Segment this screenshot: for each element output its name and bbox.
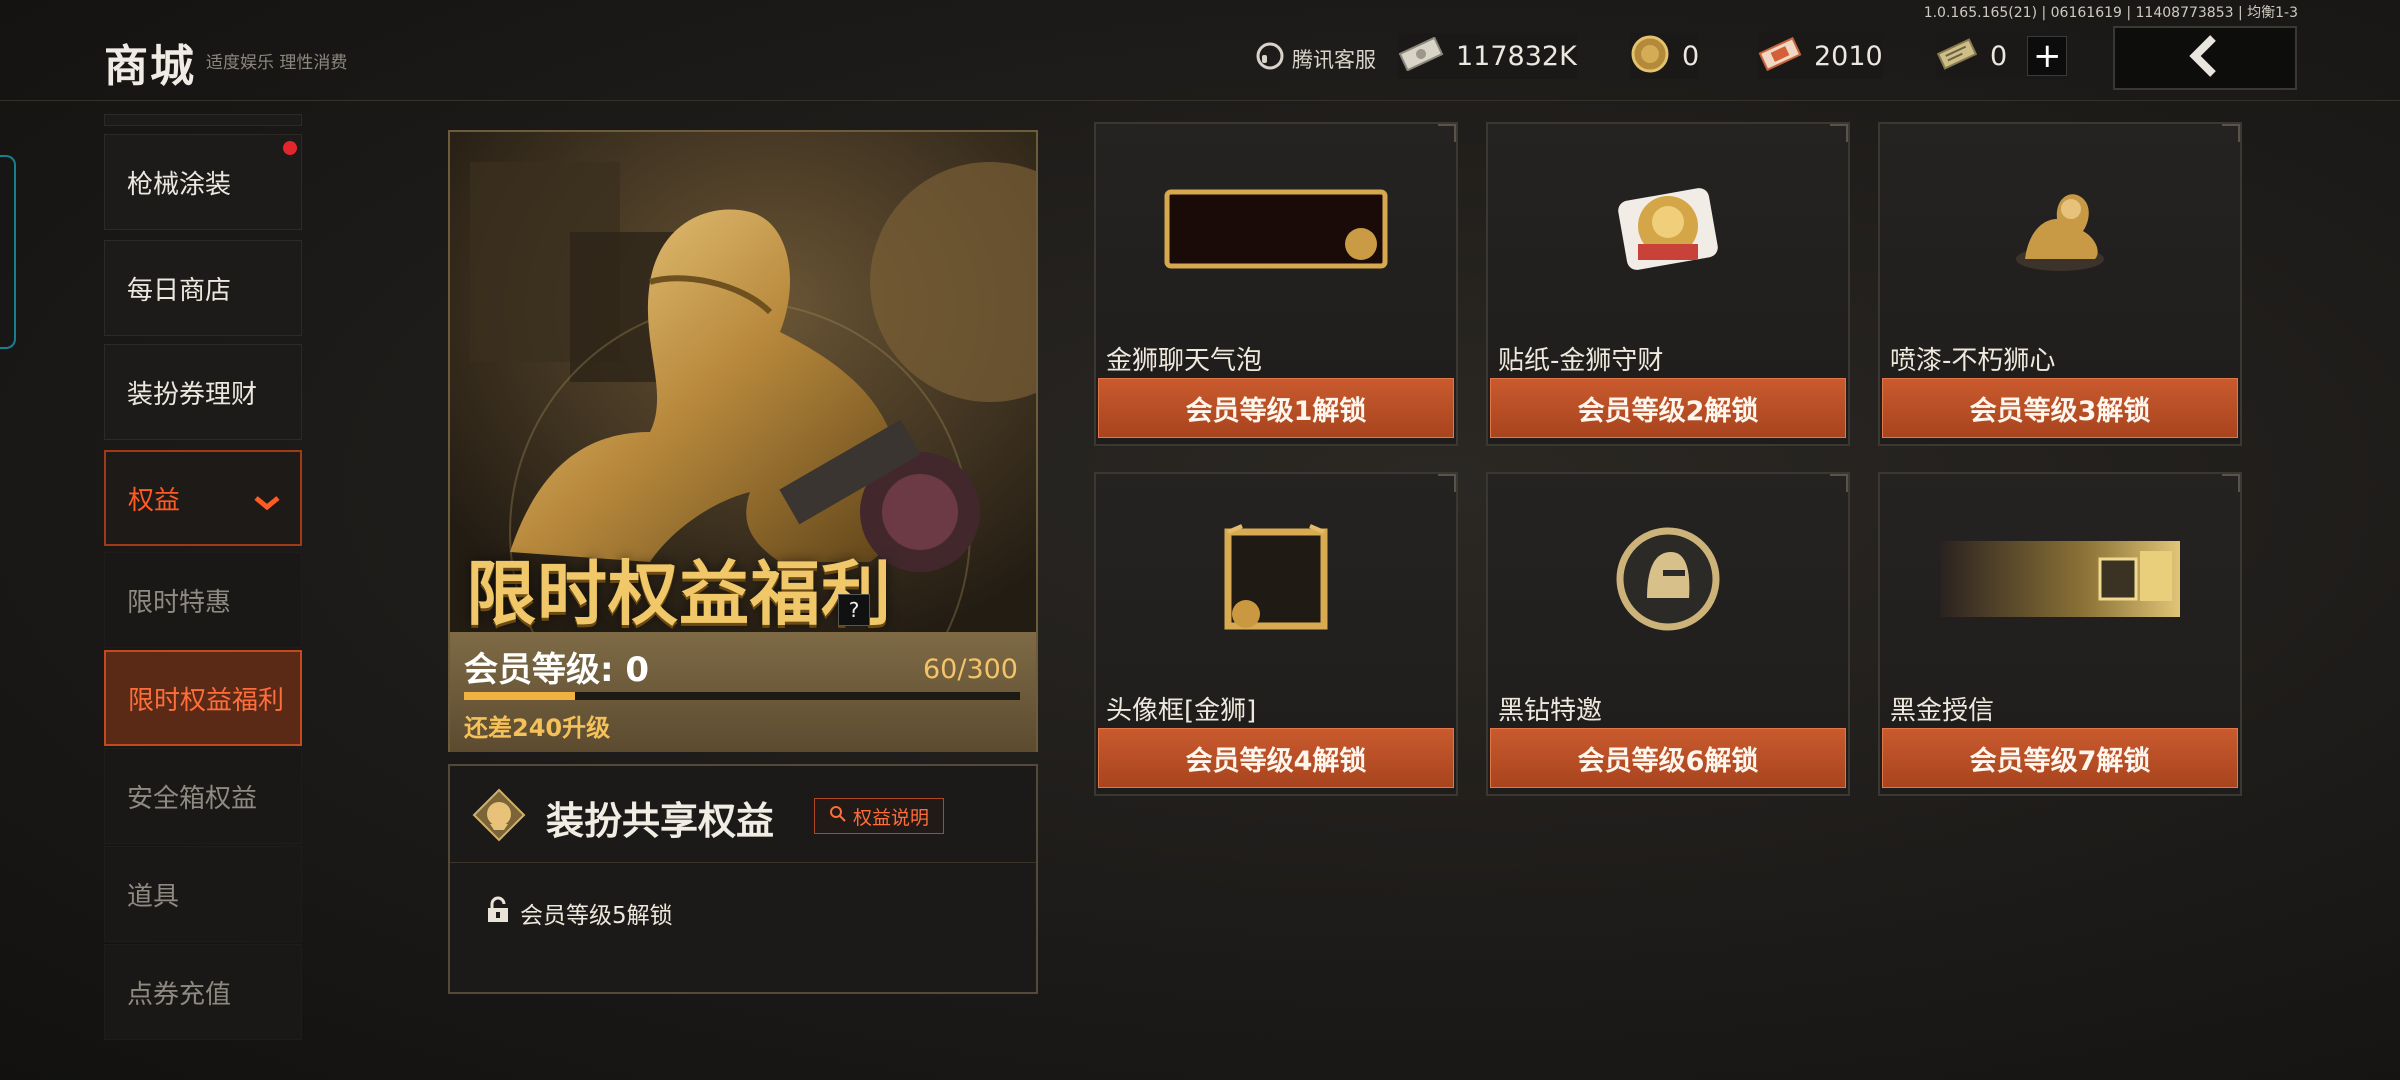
sidebar-item-limited-offer[interactable]: 限时特惠 [104, 552, 302, 648]
reward-tile[interactable]: 喷漆-不朽狮心 会员等级3解锁 [1878, 122, 2242, 446]
member-level-panel: 会员等级: 0 60/300 还差240升级 [450, 632, 1036, 752]
shared-benefit-lock-row: 会员等级5解锁 [486, 896, 673, 930]
customer-service-label: 腾讯客服 [1292, 47, 1376, 72]
member-level-progress-text: 60/300 [923, 654, 1018, 685]
tile-corner [2222, 124, 2240, 142]
sidebar-item-label: 限时特惠 [127, 587, 232, 618]
reward-name: 黑钻特邀 [1498, 696, 1603, 726]
tile-corner [1830, 474, 1848, 492]
sidebar-item-label: 点券充值 [127, 979, 232, 1010]
sidebar-item-voucher-finance[interactable]: 装扮券理财 [104, 344, 302, 440]
lock-icon [486, 896, 510, 930]
currency-value: 0 [1990, 40, 2008, 72]
currency-voucher: 2010 [1758, 33, 1883, 79]
reward-unlock-button[interactable]: 会员等级3解锁 [1882, 378, 2238, 438]
shared-skin-benefit-panel: 装扮共享权益 权益说明 会员等级5解锁 [448, 764, 1038, 994]
reward-name: 喷漆-不朽狮心 [1890, 346, 2056, 376]
sidebar-item-label: 安全箱权益 [127, 783, 258, 814]
sidebar-item-label: 限时权益福利 [128, 685, 285, 716]
sidebar-item-label: 权益 [128, 485, 181, 516]
currency-gold-coin: 0 [1630, 33, 1700, 79]
avatar-frame-icon [1096, 474, 1456, 684]
notification-dot [283, 141, 297, 155]
tile-corner [1830, 124, 1848, 142]
reward-name: 金狮聊天气泡 [1106, 346, 1263, 376]
back-button[interactable] [2113, 26, 2297, 90]
chat-bubble-icon [1096, 124, 1456, 334]
lion-emblem-icon [472, 788, 526, 842]
reward-name: 头像框[金狮] [1106, 696, 1257, 726]
benefit-info-label: 权益说明 [853, 806, 930, 829]
lock-text: 会员等级5解锁 [520, 903, 673, 929]
member-level-progress-fill [464, 692, 576, 700]
benefit-hero-card: 限时权益福利 ? 会员等级: 0 60/300 还差240升级 [448, 130, 1038, 752]
banknote-icon [1398, 36, 1444, 75]
currency-banknote: 117832K [1398, 33, 1577, 79]
hero-title: 限时权益福利 [466, 553, 892, 635]
member-level-label: 会员等级: 0 [464, 650, 650, 690]
member-level-progress-bar [464, 692, 1020, 700]
reward-tile[interactable]: 头像框[金狮] 会员等级4解锁 [1094, 472, 1458, 796]
lion-sticker-icon [1488, 124, 1848, 334]
search-icon [829, 805, 847, 828]
sidebar-item-safebox-benefits[interactable]: 安全箱权益 [104, 748, 302, 844]
add-currency-button[interactable]: + [2027, 36, 2068, 76]
page-subtitle: 适度娱乐 理性消费 [206, 53, 348, 73]
sidebar-item-label: 枪械涂装 [127, 169, 232, 200]
chevron-down-icon [254, 488, 280, 518]
headset-icon [1254, 40, 1286, 77]
reward-unlock-button[interactable]: 会员等级1解锁 [1098, 378, 1454, 438]
reward-unlock-button[interactable]: 会员等级6解锁 [1490, 728, 1846, 788]
gold-banner-icon [1880, 474, 2240, 684]
reward-name: 贴纸-金狮守财 [1498, 346, 1664, 376]
side-panel-handle[interactable] [0, 155, 16, 349]
sidebar-item-benefits[interactable]: 权益 [104, 450, 302, 546]
shared-benefit-header: 装扮共享权益 权益说明 [450, 766, 1036, 863]
sidebar-item-gun-skins[interactable]: 枪械涂装 [104, 134, 302, 230]
sidebar-item-limited-benefits[interactable]: 限时权益福利 [104, 650, 302, 746]
customer-service-button[interactable]: 腾讯客服 [1254, 40, 1376, 77]
tile-corner [1438, 124, 1456, 142]
reward-unlock-button[interactable]: 会员等级7解锁 [1882, 728, 2238, 788]
sidebar-item-daily-shop[interactable]: 每日商店 [104, 240, 302, 336]
sidebar-item-topup[interactable]: 点券充值 [104, 944, 302, 1040]
currency-cash-ticket: 0 + [1936, 33, 2068, 79]
version-info: 1.0.165.165(21) | 06161619 | 11408773853… [1923, 5, 2298, 21]
knight-badge-icon [1488, 474, 1848, 684]
level-remaining-text: 还差240升级 [464, 714, 611, 742]
reward-tile[interactable]: 金狮聊天气泡 会员等级1解锁 [1094, 122, 1458, 446]
reward-unlock-button[interactable]: 会员等级2解锁 [1490, 378, 1846, 438]
currency-value: 2010 [1814, 40, 1883, 72]
gold-coin-icon [1630, 34, 1670, 78]
currency-value: 117832K [1456, 40, 1577, 72]
reward-name: 黑金授信 [1890, 696, 1995, 726]
page-title: 商城 [104, 41, 196, 92]
reward-tile[interactable]: 黑钻特邀 会员等级6解锁 [1486, 472, 1850, 796]
reward-tile[interactable]: 贴纸-金狮守财 会员等级2解锁 [1486, 122, 1850, 446]
voucher-ticket-icon [1758, 36, 1802, 75]
reward-unlock-button[interactable]: 会员等级4解锁 [1098, 728, 1454, 788]
shared-benefit-title: 装扮共享权益 [546, 799, 775, 843]
sidebar-item-label: 装扮券理财 [127, 379, 258, 410]
lion-spray-icon [1880, 124, 2240, 334]
sidebar-item-label: 道具 [127, 881, 180, 912]
sidebar-item-props[interactable]: 道具 [104, 846, 302, 942]
help-button[interactable]: ? [838, 594, 870, 626]
tile-corner [1438, 474, 1456, 492]
reward-tile[interactable]: 黑金授信 会员等级7解锁 [1878, 472, 2242, 796]
benefit-info-button[interactable]: 权益说明 [814, 798, 945, 834]
sidebar-item-label: 每日商店 [127, 275, 232, 306]
sidebar-scroll-edge [104, 114, 302, 126]
currency-value: 0 [1682, 40, 1700, 72]
cash-ticket-icon [1936, 37, 1978, 75]
chevron-left-icon [2183, 34, 2227, 82]
tile-corner [2222, 474, 2240, 492]
